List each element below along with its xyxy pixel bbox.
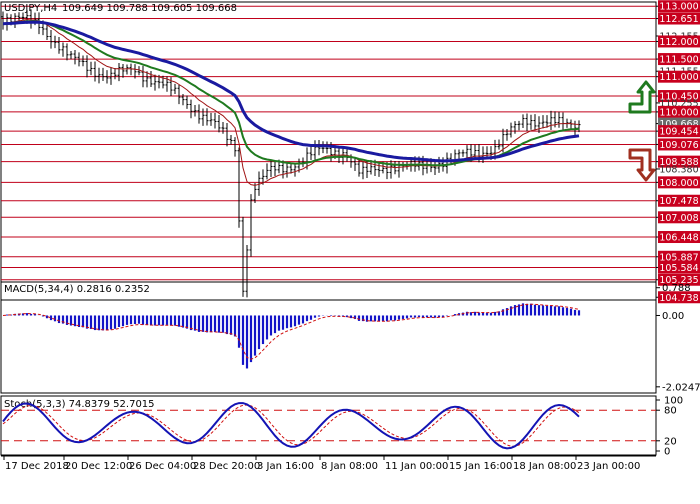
- time-label: 20 Dec 12:00: [65, 461, 132, 472]
- price-label: 107.008: [659, 213, 698, 224]
- arrow-down-icon: [628, 148, 656, 182]
- arrow-up-icon: [628, 80, 656, 114]
- main-pane-frame: [0, 1, 657, 301]
- price-label: 112.651: [659, 14, 698, 25]
- arrow-up-shape: [628, 80, 656, 114]
- macd-axis-label: 0.00: [662, 311, 684, 322]
- stoch-axis-label: 0: [664, 447, 670, 458]
- time-label: 18 Jan 08:00: [513, 461, 576, 472]
- macd-axis-label: 0.788: [662, 283, 691, 294]
- price-label: 109.076: [659, 140, 698, 151]
- price-label: 111.500: [659, 55, 698, 66]
- chart-window: 113.000112.651112.155112.000111.500111.1…: [0, 0, 700, 500]
- price-label: 104.738: [659, 293, 698, 304]
- price-axis: 113.000112.651112.155112.000111.500111.1…: [656, 0, 700, 304]
- stoch-axis: 10080200: [656, 396, 683, 458]
- price-label: 105.584: [659, 263, 698, 274]
- price-label: 108.000: [659, 178, 698, 189]
- time-label: 15 Jan 16:00: [449, 461, 512, 472]
- time-axis: 17 Dec 201820 Dec 12:0026 Dec 04:0028 De…: [3, 456, 640, 472]
- price-bars: [1, 9, 581, 298]
- price-label: 106.448: [659, 233, 698, 244]
- time-label: 8 Jan 08:00: [321, 461, 378, 472]
- chart-header: USDJPY,H4 109.649 109.788 109.605 109.668: [4, 3, 237, 14]
- macd-axis-label: -2.0247: [662, 382, 700, 393]
- price-label: 110.000: [659, 107, 698, 118]
- symbol-label: USDJPY,H4: [4, 3, 57, 14]
- macd-histogram: [5, 303, 581, 369]
- price-level-lines: [1, 5, 656, 281]
- time-label: 23 Jan 00:00: [577, 461, 640, 472]
- ma-slow-line: [2, 20, 580, 163]
- stoch-axis-label: 80: [664, 406, 677, 417]
- time-label: 28 Dec 20:00: [193, 461, 260, 472]
- price-label: 111.000: [659, 72, 698, 83]
- time-label: 3 Jan 16:00: [257, 461, 314, 472]
- macd-signal-line: [2, 303, 580, 360]
- macd-label: MACD(5,34,4) 0.2816 0.2352: [4, 284, 150, 295]
- arrow-down-shape: [628, 148, 656, 182]
- ohlc-label: 109.649 109.788 109.605 109.668: [62, 3, 237, 14]
- macd-pane-frame: [0, 281, 657, 394]
- time-label: 26 Dec 04:00: [129, 461, 196, 472]
- price-chart-canvas[interactable]: 113.000112.651112.155112.000111.500111.1…: [0, 0, 700, 500]
- price-label: 112.000: [659, 37, 698, 48]
- time-label: 17 Dec 2018: [5, 461, 69, 472]
- time-label: 11 Jan 00:00: [385, 461, 448, 472]
- price-label: 113.000: [659, 2, 698, 13]
- price-label: 109.454: [659, 127, 698, 138]
- price-label: 107.478: [659, 196, 698, 207]
- price-label: 108.380: [659, 164, 698, 175]
- ma-mid-line: [2, 20, 580, 167]
